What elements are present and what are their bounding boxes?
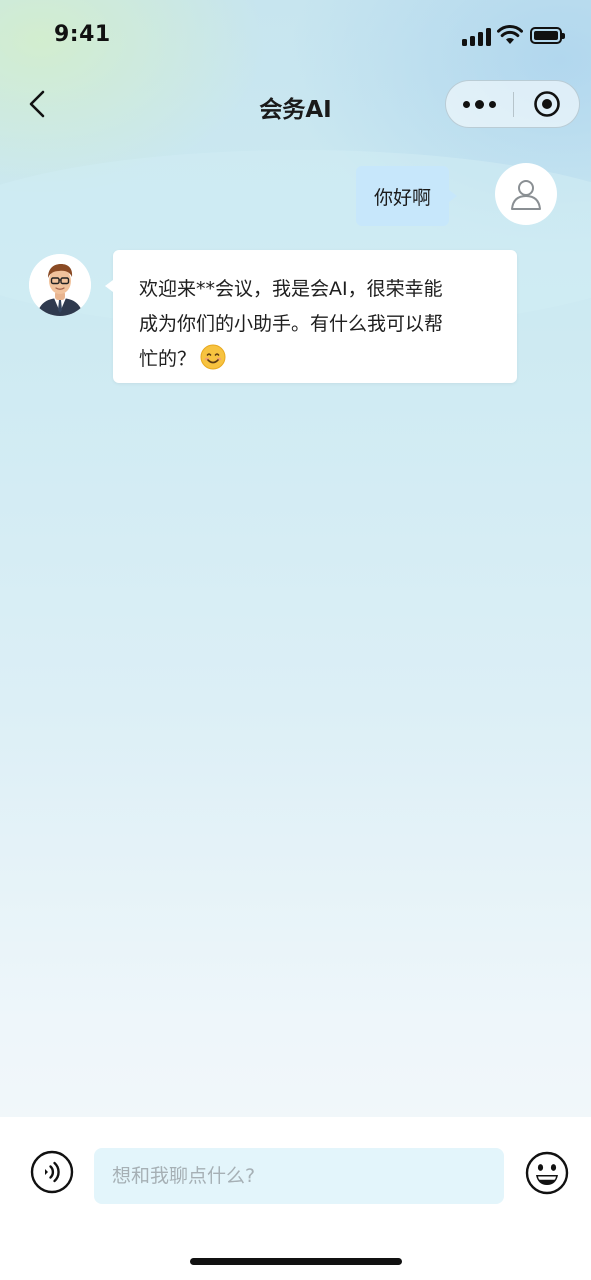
ai-message-line: 欢迎来**会议，我是会AI，很荣幸能	[139, 278, 443, 300]
person-outline-icon	[511, 180, 541, 210]
chat-screen: 9:41 会务AI 你好啊 欢迎来**会议，我是会AI，很荣幸能 成为你们的小助…	[0, 0, 591, 1280]
smiling-face-emoji-icon	[200, 344, 226, 370]
ai-message-line: 忙的？	[139, 348, 197, 370]
chat-input[interactable]	[94, 1148, 504, 1204]
ai-message-line-last: 忙的？	[139, 342, 491, 377]
home-indicator	[190, 1258, 402, 1265]
ai-message-line: 成为你们的小助手。有什么我可以帮	[139, 313, 444, 335]
user-message-text: 你好啊	[374, 186, 432, 209]
input-bar	[0, 1117, 591, 1280]
ai-message-bubble: 欢迎来**会议，我是会AI，很荣幸能 成为你们的小助手。有什么我可以帮 忙的？	[105, 250, 517, 383]
assistant-avatar-icon	[29, 254, 91, 316]
battery-icon	[530, 27, 565, 44]
status-time: 9:41	[54, 22, 111, 47]
cellular-signal-icon	[462, 28, 492, 46]
more-dots-icon	[463, 100, 470, 108]
close-miniprogram-button[interactable]	[514, 81, 580, 127]
voice-wave-icon[interactable]	[30, 1150, 74, 1194]
ai-avatar[interactable]	[29, 254, 91, 316]
navigation-bar: 会务AI	[0, 72, 591, 136]
target-circle-icon	[534, 91, 560, 117]
smiley-face-icon[interactable]	[525, 1151, 569, 1195]
user-message-bubble: 你好啊	[356, 166, 458, 226]
miniprogram-capsule	[445, 80, 580, 128]
user-avatar[interactable]	[495, 163, 557, 225]
status-bar: 9:41	[0, 0, 591, 70]
more-button[interactable]	[446, 81, 513, 127]
wifi-icon	[497, 25, 523, 44]
